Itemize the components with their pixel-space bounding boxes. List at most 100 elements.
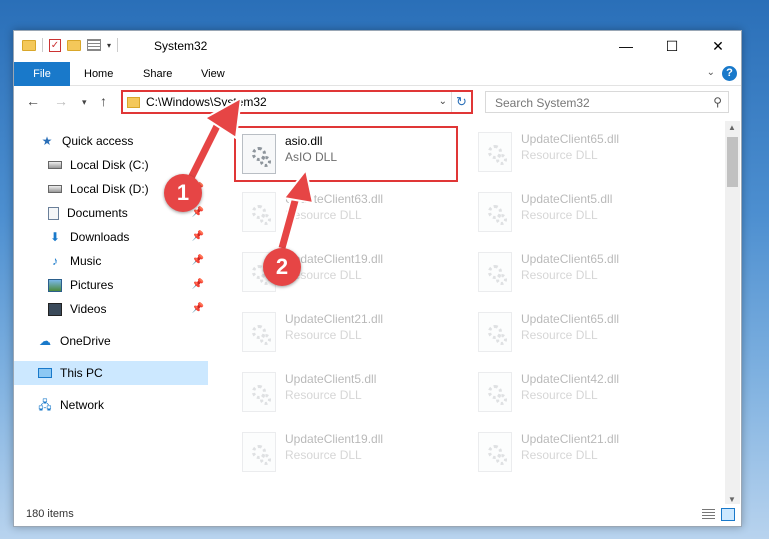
file-item-asio[interactable]: asio.dll AsIO DLL <box>234 126 458 182</box>
file-type: Resource DLL <box>285 448 362 462</box>
file-type: Resource DLL <box>285 208 362 222</box>
maximize-button[interactable]: ☐ <box>649 31 695 61</box>
title-bar: ✓ ▾ System32 — ☐ ✕ <box>14 31 741 62</box>
sidebar-item-this-pc[interactable]: This PC <box>14 361 208 385</box>
search-icon[interactable]: ⚲ <box>713 95 722 109</box>
sidebar-item-label: Music <box>70 254 102 268</box>
folder-icon <box>22 39 36 51</box>
close-button[interactable]: ✕ <box>695 31 741 61</box>
file-list: asio.dll AsIO DLL UpdateClient65.dll Res… <box>224 121 726 506</box>
address-bar[interactable]: C:\Windows\System32 ⌄ ↻ <box>121 90 473 114</box>
properties-check-icon[interactable]: ✓ <box>49 38 61 52</box>
file-item[interactable]: UpdateClient65.dll Resource DLL <box>472 126 696 182</box>
sidebar-item-label: Pictures <box>70 278 114 292</box>
search-placeholder: Search System32 <box>495 96 590 110</box>
window-title: System32 <box>154 39 208 53</box>
sidebar-item-label: Documents <box>67 206 128 220</box>
sidebar-item-label: Local Disk (C:) <box>70 158 149 172</box>
properties-icon[interactable] <box>87 39 101 51</box>
file-item[interactable]: UpdateClient5.dll Resource DLL <box>236 366 460 422</box>
file-name: UpdateClient65.dll <box>521 132 620 146</box>
recent-locations-icon[interactable]: ▾ <box>82 97 87 108</box>
drive-icon <box>48 185 62 193</box>
window-controls: — ☐ ✕ <box>603 31 741 61</box>
file-name: UpdateClient5.dll <box>285 372 377 386</box>
tab-home[interactable]: Home <box>84 62 113 86</box>
file-item[interactable]: UpdateClient5.dll Resource DLL <box>472 186 696 242</box>
customize-dropdown-icon[interactable]: ▾ <box>107 41 111 50</box>
quick-access-toolbar: ✓ ▾ <box>22 38 119 52</box>
help-icon[interactable]: ? <box>722 66 737 81</box>
file-type: Resource DLL <box>521 148 598 162</box>
file-name: UpdateClient19.dll <box>285 432 384 446</box>
scroll-down-icon[interactable]: ▼ <box>728 495 736 504</box>
step-2-callout: 2 <box>263 248 301 286</box>
file-item[interactable]: UpdateClient63.dll Resource DLL <box>236 186 460 242</box>
drive-icon <box>48 161 62 169</box>
pin-icon: 📌 <box>191 255 204 266</box>
dll-file-icon <box>242 134 276 174</box>
file-type: Resource DLL <box>285 388 362 402</box>
sidebar-item-network[interactable]: 🖧 Network <box>14 393 208 417</box>
sidebar-item-music[interactable]: ♪ Music 📌 <box>14 249 208 273</box>
sidebar-item-downloads[interactable]: ⬇ Downloads 📌 <box>14 225 208 249</box>
sidebar-item-quick-access[interactable]: ★ Quick access <box>14 129 208 153</box>
scroll-thumb[interactable] <box>727 137 738 187</box>
scroll-up-icon[interactable]: ▲ <box>728 123 736 132</box>
dll-file-icon <box>242 432 276 472</box>
file-item[interactable]: UpdateClient65.dll Resource DLL <box>472 306 696 362</box>
file-name: UpdateClient5.dll <box>521 192 613 206</box>
sidebar-item-pictures[interactable]: Pictures 📌 <box>14 273 208 297</box>
new-folder-icon[interactable] <box>67 39 81 51</box>
file-item[interactable]: UpdateClient65.dll Resource DLL <box>472 246 696 302</box>
pin-icon: 📌 <box>191 303 204 314</box>
minimize-button[interactable]: — <box>603 31 649 61</box>
status-bar: 180 items <box>14 504 741 526</box>
sidebar-item-onedrive[interactable]: ☁ OneDrive <box>14 329 208 353</box>
network-icon: 🖧 <box>38 397 52 412</box>
address-path[interactable]: C:\Windows\System32 <box>146 95 267 109</box>
chevron-down-icon[interactable]: ⌄ <box>439 96 447 107</box>
file-item[interactable]: UpdateClient42.dll Resource DLL <box>472 366 696 422</box>
pin-icon: 📌 <box>191 231 204 242</box>
music-icon: ♪ <box>52 253 58 268</box>
ribbon-tabs: File Home Share View ⌄ ? <box>14 62 741 86</box>
dll-file-icon <box>242 312 276 352</box>
file-type: Resource DLL <box>521 388 598 402</box>
dll-file-icon <box>242 192 276 232</box>
sidebar-item-label: Videos <box>70 302 107 316</box>
file-item[interactable]: UpdateClient21.dll Resource DLL <box>236 306 460 362</box>
tab-view[interactable]: View <box>201 62 225 86</box>
file-name: UpdateClient63.dll <box>285 192 384 206</box>
file-item[interactable]: UpdateClient21.dll Resource DLL <box>472 426 696 482</box>
sidebar-item-videos[interactable]: Videos 📌 <box>14 297 208 321</box>
details-view-icon[interactable] <box>702 509 715 520</box>
up-arrow-icon[interactable]: ↑ <box>100 93 107 109</box>
computer-icon <box>38 368 52 378</box>
document-icon <box>48 206 59 220</box>
explorer-window: ✓ ▾ System32 — ☐ ✕ File Home Share View … <box>13 30 742 527</box>
forward-arrow-icon[interactable]: → <box>54 93 68 109</box>
refresh-icon[interactable]: ↻ <box>451 92 471 112</box>
back-arrow-icon[interactable]: ← <box>26 93 40 109</box>
separator <box>117 38 119 52</box>
large-icons-view-icon[interactable] <box>721 508 735 521</box>
sidebar-item-label: Network <box>60 398 105 412</box>
file-item[interactable]: UpdateClient19.dll Resource DLL <box>236 426 460 482</box>
tab-share[interactable]: Share <box>143 62 172 86</box>
file-name: UpdateClient65.dll <box>521 252 620 266</box>
file-name: asio.dll <box>285 134 323 148</box>
file-name: UpdateClient21.dll <box>521 432 620 446</box>
file-type: Resource DLL <box>521 448 598 462</box>
sidebar-item-label: Local Disk (D:) <box>70 182 149 196</box>
expand-ribbon-icon[interactable]: ⌄ <box>707 67 715 78</box>
file-name: UpdateClient65.dll <box>521 312 620 326</box>
vertical-scrollbar[interactable]: ▲ ▼ <box>725 121 740 506</box>
dll-file-icon <box>478 252 512 292</box>
file-type: AsIO DLL <box>285 150 338 164</box>
sidebar-item-label: OneDrive <box>60 334 111 348</box>
search-input[interactable]: Search System32 ⚲ <box>485 91 729 113</box>
tab-file[interactable]: File <box>14 62 70 86</box>
dll-file-icon <box>478 132 512 172</box>
separator <box>42 38 43 52</box>
